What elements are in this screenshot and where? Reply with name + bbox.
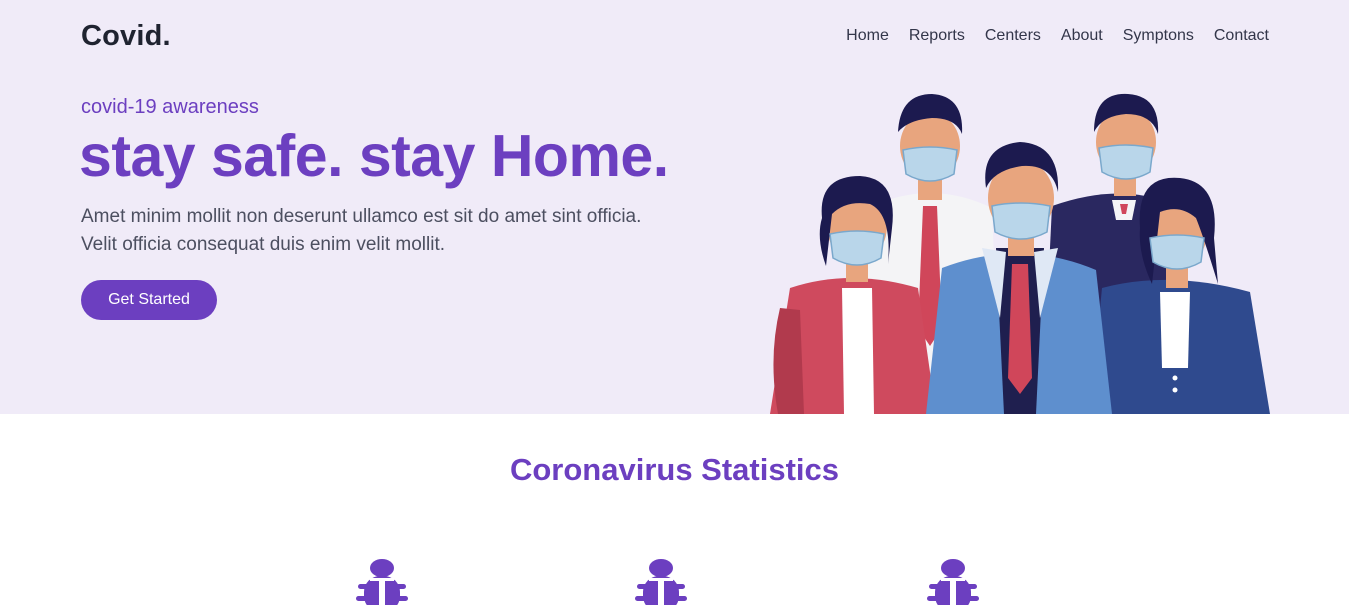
nav-item-reports[interactable]: Reports — [909, 27, 965, 45]
brand-logo[interactable]: Covid. — [81, 20, 171, 53]
main-nav: Home Reports Centers About Symptons Cont… — [846, 27, 1269, 45]
get-started-button[interactable]: Get Started — [81, 280, 217, 320]
hero-description: Amet minim mollit non deserunt ullamco e… — [81, 203, 761, 259]
nav-item-centers[interactable]: Centers — [985, 27, 1041, 45]
hero-headline: stay safe. stay Home. — [79, 123, 669, 189]
stats-title: Coronavirus Statistics — [509, 452, 840, 487]
nav-item-about[interactable]: About — [1061, 27, 1103, 45]
hero-description-line-2: Velit officia consequat duis enim velit … — [81, 234, 445, 255]
hero-description-line-1: Amet minim mollit non deserunt ullamco e… — [81, 206, 642, 227]
bug-icon — [356, 556, 408, 605]
hero-eyebrow: covid-19 awareness — [81, 96, 259, 118]
bug-icon — [635, 556, 687, 605]
masked-people-illustration — [770, 93, 1270, 414]
hero-section: Covid. Home Reports Centers About Sympto… — [0, 0, 1349, 414]
person-front-center — [926, 142, 1112, 414]
nav-item-symptons[interactable]: Symptons — [1123, 27, 1194, 45]
bug-icon — [927, 556, 979, 605]
nav-item-home[interactable]: Home — [846, 27, 889, 45]
nav-item-contact[interactable]: Contact — [1214, 27, 1269, 45]
